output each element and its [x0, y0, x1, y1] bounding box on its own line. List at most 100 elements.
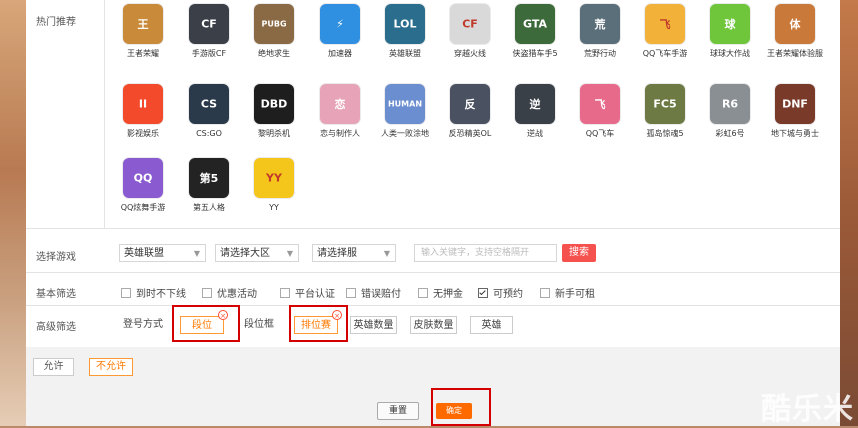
game-icon: 反 [450, 84, 490, 124]
advanced-filter-tag[interactable]: 英雄数量 [350, 316, 397, 334]
game-tile[interactable]: II 影视娱乐 [110, 84, 176, 139]
game-icon-glyph: QQ [133, 171, 153, 185]
game-name: 手游版CF [191, 49, 227, 58]
game-name: QQ飞车手游 [642, 49, 688, 58]
advanced-filter-tag[interactable]: 登号方式 [119, 316, 167, 334]
game-icon: 荒 [580, 4, 620, 44]
game-icon-glyph: CS [200, 97, 218, 111]
filter-checkbox[interactable]: 无押金 [418, 285, 463, 300]
game-tile[interactable]: 球球球大作战 [697, 4, 763, 59]
game-tile[interactable]: CF 穿越火线 [437, 4, 503, 59]
game-icon-glyph: HUMAN [387, 99, 423, 109]
game-tile[interactable]: 荒荒野行动 [567, 4, 633, 59]
game-tile[interactable]: CS CS:GO [176, 84, 242, 139]
game-tile[interactable]: DNF 地下城与勇士 [762, 84, 828, 139]
checkbox-icon [418, 288, 428, 298]
game-tile[interactable]: 体王者荣耀体验服 [762, 4, 828, 59]
game-name: 地下城与勇士 [771, 129, 819, 138]
game-icon-glyph: CF [462, 17, 478, 31]
divider [26, 228, 840, 229]
game-icon: II [123, 84, 163, 124]
game-icon: LOL [385, 4, 425, 44]
advanced-filter-label: 高级筛选 [36, 322, 76, 333]
divider [26, 272, 840, 273]
highlight-box [289, 305, 348, 342]
game-icon-glyph: FC5 [653, 97, 677, 111]
game-icon-glyph: ⚡ [336, 17, 344, 31]
game-tile[interactable]: R6 彩虹6号 [697, 84, 763, 139]
game-name: 穿越火线 [454, 49, 486, 58]
allow-button[interactable]: 允许 [33, 358, 74, 376]
checkbox-icon [478, 288, 488, 298]
game-tile[interactable]: 恋恋与制作人 [307, 84, 373, 139]
advanced-filter-tag[interactable]: 英雄 [470, 316, 513, 334]
game-icon-glyph: DNF [782, 97, 808, 111]
game-tile[interactable]: FC5 孤岛惊魂5 [632, 84, 698, 139]
game-icon: 飞 [645, 4, 685, 44]
game-name: 侠盗猎车手5 [512, 49, 558, 58]
game-tile[interactable]: YY YY [241, 158, 307, 213]
game-tile[interactable]: LOL 英雄联盟 [372, 4, 438, 59]
game-tile[interactable]: DBD 黎明杀机 [241, 84, 307, 139]
filter-checkbox[interactable]: 到时不下线 [121, 285, 186, 300]
filter-checkbox[interactable]: 可预约 [478, 285, 523, 300]
game-tile[interactable]: 反反恐精英OL [437, 84, 503, 139]
game-icon: ⚡ [320, 4, 360, 44]
filter-checkbox[interactable]: 错误赔付 [346, 285, 401, 300]
disallow-button[interactable]: 不允许 [89, 358, 133, 376]
game-tile[interactable]: GTA 侠盗猎车手5 [502, 4, 568, 59]
game-icon: GTA [515, 4, 555, 44]
advanced-filter-tag[interactable]: 皮肤数量 [410, 316, 457, 334]
filter-checkbox[interactable]: 优惠活动 [202, 285, 257, 300]
game-icon: 王 [123, 4, 163, 44]
game-icon-glyph: GTA [523, 17, 547, 31]
game-icon-glyph: 恋 [334, 98, 346, 111]
game-icon-glyph: LOL [393, 17, 417, 31]
game-name: 黎明杀机 [258, 129, 290, 138]
checkbox-label: 无押金 [433, 289, 463, 300]
watermark: 酷乐米 [761, 392, 854, 427]
highlight-box [172, 305, 240, 342]
game-tile[interactable]: QQ QQ炫舞手游 [110, 158, 176, 213]
game-tile[interactable]: PUBG 绝地求生 [241, 4, 307, 59]
game-icon: DBD [254, 84, 294, 124]
game-select[interactable]: 英雄联盟 ▼ [119, 244, 206, 262]
game-name: 人类一败涂地 [381, 129, 429, 138]
search-input[interactable]: 输入关键字，支持空格隔开 [414, 244, 557, 262]
filter-checkbox[interactable]: 新手可租 [540, 285, 595, 300]
game-tile[interactable]: 飞 QQ飞车手游 [632, 4, 698, 59]
game-tile[interactable]: 王王者荣耀 [110, 4, 176, 59]
server-select[interactable]: 请选择服 ▼ [312, 244, 396, 262]
game-name: CS:GO [196, 129, 222, 138]
game-tile[interactable]: 飞 QQ飞车 [567, 84, 633, 139]
game-icon: FC5 [645, 84, 685, 124]
game-name: 彩虹6号 [715, 129, 745, 138]
advanced-filter-tag[interactable]: 段位框 [240, 316, 278, 334]
game-icon-glyph: YY [266, 171, 282, 185]
game-tile[interactable]: 第5 第五人格 [176, 158, 242, 213]
checkbox-label: 新手可租 [555, 289, 595, 300]
game-icon: 恋 [320, 84, 360, 124]
chevron-down-icon: ▼ [193, 249, 200, 258]
game-icon-glyph: 王 [137, 18, 149, 31]
game-icon-glyph: 荒 [594, 18, 606, 31]
game-name: 王者荣耀 [127, 49, 159, 58]
filter-checkbox[interactable]: 平台认证 [280, 285, 335, 300]
game-icon: QQ [123, 158, 163, 198]
reset-button[interactable]: 重置 [377, 402, 419, 420]
checkbox-label: 平台认证 [295, 289, 335, 300]
game-icon: 第5 [189, 158, 229, 198]
game-name: QQ炫舞手游 [120, 203, 166, 212]
checkbox-label: 优惠活动 [217, 289, 257, 300]
chevron-down-icon: ▼ [383, 249, 390, 258]
region-select[interactable]: 请选择大区 ▼ [215, 244, 299, 262]
game-tile[interactable]: HUMAN 人类一败涂地 [372, 84, 438, 139]
divider [26, 305, 840, 306]
checkbox-icon [202, 288, 212, 298]
game-tile[interactable]: CF 手游版CF [176, 4, 242, 59]
game-tile[interactable]: ⚡ 加速器 [307, 4, 373, 59]
search-button[interactable]: 搜索 [562, 244, 596, 262]
game-tile[interactable]: 逆逆战 [502, 84, 568, 139]
game-name: QQ飞车 [585, 129, 615, 138]
label-divider [104, 0, 105, 228]
